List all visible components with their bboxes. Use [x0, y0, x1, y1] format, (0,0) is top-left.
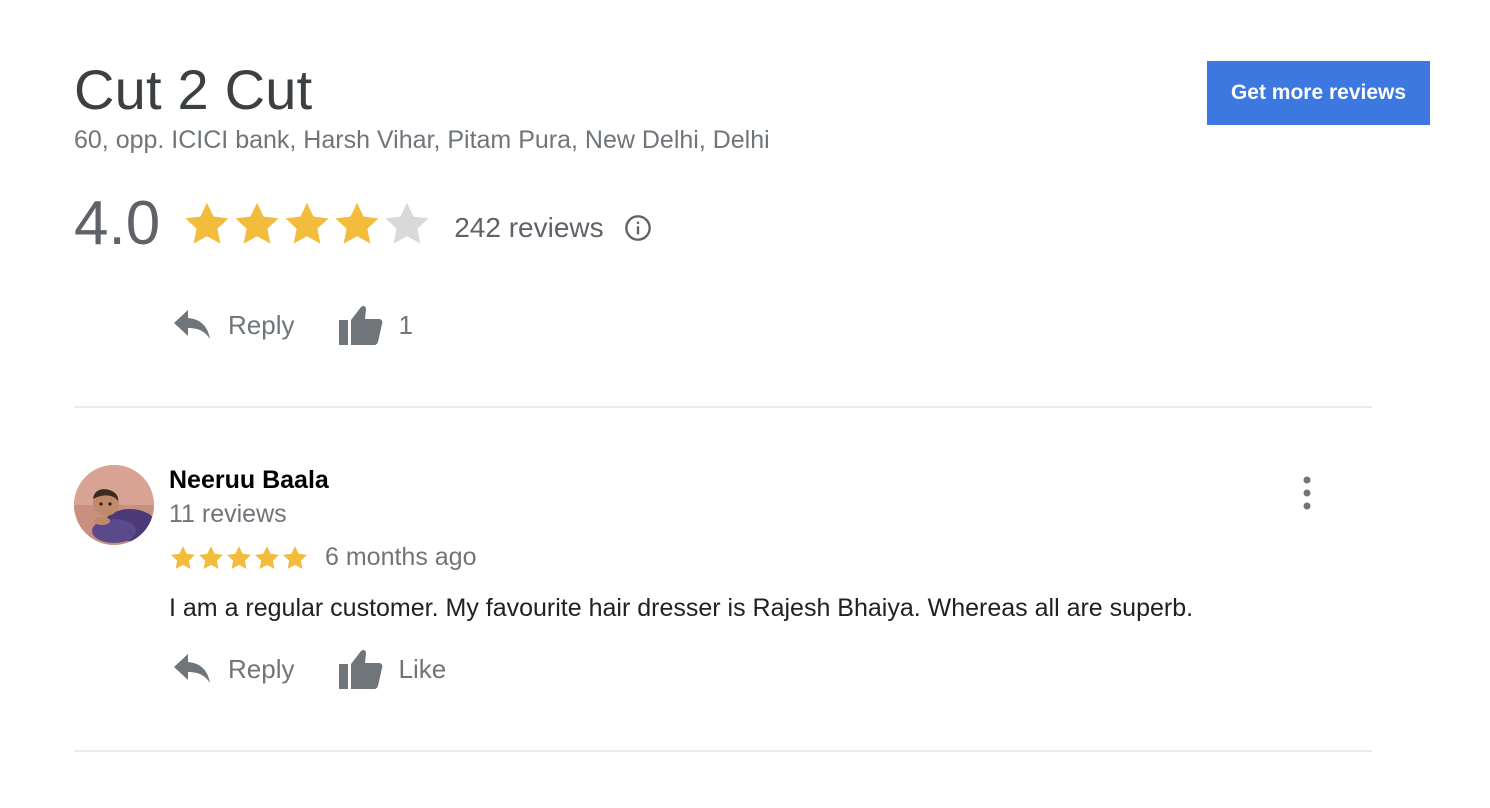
star-empty-icon	[385, 202, 429, 244]
review-stars	[169, 544, 309, 572]
review-count: 242 reviews	[454, 212, 604, 243]
star-icon	[254, 545, 280, 569]
like-button[interactable]: Like	[338, 648, 446, 690]
review-time: 6 months ago	[325, 543, 477, 571]
thumbs-up-icon	[339, 305, 383, 345]
reply-button[interactable]: Reply	[172, 308, 294, 342]
like-count: 1	[398, 309, 413, 340]
star-icon	[285, 202, 329, 244]
rating-score: 4.0	[74, 189, 161, 258]
divider	[74, 406, 1372, 408]
business-name: Cut 2 Cut	[74, 58, 313, 121]
reply-label: Reply	[228, 309, 295, 340]
info-icon[interactable]	[624, 214, 652, 242]
business-address: 60, opp. ICICI bank, Harsh Vihar, Pitam …	[74, 126, 770, 154]
like-label: Like	[398, 653, 447, 684]
rating-summary: 4.0 242 reviews	[74, 184, 652, 264]
review-text: I am a regular customer. My favourite ha…	[169, 594, 1194, 622]
reviewer-name[interactable]: Neeruu Baala	[169, 464, 329, 496]
review-actions: Reply Like	[172, 648, 446, 690]
star-icon	[185, 202, 229, 244]
reply-icon	[174, 654, 210, 683]
reply-icon	[174, 310, 210, 339]
star-icon	[198, 545, 224, 569]
review-actions: Reply 1	[172, 304, 413, 346]
get-more-reviews-button[interactable]: Get more reviews	[1207, 61, 1430, 125]
like-button[interactable]: 1	[338, 304, 413, 346]
reviews-page: Cut 2 Cut 60, opp. ICICI bank, Harsh Vih…	[0, 0, 1490, 808]
divider	[74, 750, 1372, 752]
avatar[interactable]	[74, 465, 154, 545]
review-meta: 6 months ago	[169, 543, 477, 572]
star-icon	[282, 545, 308, 569]
star-icon	[335, 202, 379, 244]
more-vertical-icon	[1303, 476, 1311, 510]
star-icon	[235, 202, 279, 244]
star-icon	[226, 545, 252, 569]
reply-label: Reply	[228, 653, 295, 684]
more-options-button[interactable]	[1295, 474, 1319, 514]
avatar-photo	[74, 465, 154, 545]
reply-button[interactable]: Reply	[172, 652, 294, 686]
rating-stars	[182, 199, 432, 249]
star-icon	[170, 545, 196, 569]
thumbs-up-icon	[339, 649, 383, 689]
reviewer-review-count: 11 reviews	[169, 500, 287, 528]
